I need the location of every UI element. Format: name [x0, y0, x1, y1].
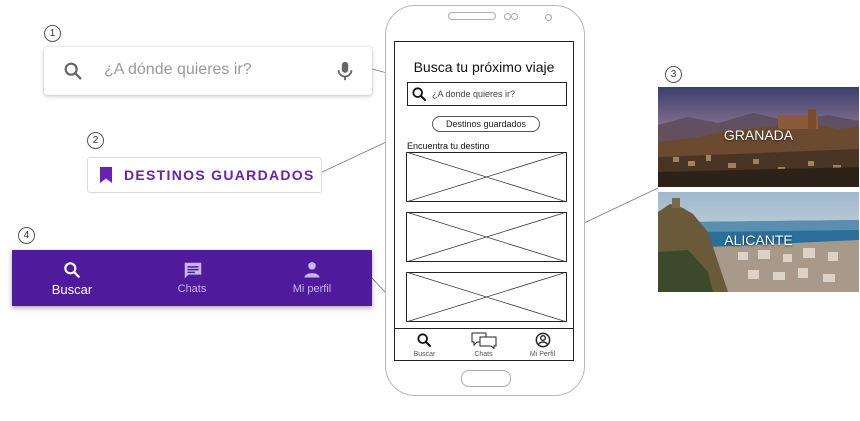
nav-item-label: Chats: [177, 283, 207, 295]
image-placeholder: [406, 152, 567, 202]
nav-item-label: Buscar: [51, 282, 93, 297]
callout-number-4: 4: [18, 227, 35, 244]
mic-icon[interactable]: [334, 59, 356, 88]
screen-nav-label: Chats: [474, 351, 493, 358]
nav-item-chats[interactable]: Chats: [132, 250, 252, 306]
callout-number-3: 3: [665, 66, 682, 83]
screen-search-placeholder: ¿A donde quieres ir?: [432, 89, 516, 99]
screen-saved-button[interactable]: Destinos guardados: [432, 116, 540, 132]
phone-camera: [511, 13, 518, 20]
image-placeholder: [406, 212, 567, 262]
saved-destinations-button[interactable]: DESTINOS GUARDADOS: [87, 157, 322, 193]
phone-camera: [504, 13, 511, 20]
search-icon: [62, 60, 84, 87]
screen-section-label: Encuentra tu destino: [407, 141, 490, 151]
nav-item-mi-perfil[interactable]: Mi perfil: [252, 250, 372, 306]
person-icon: [302, 260, 322, 285]
screen-bottom-nav: Buscar Chats Mi Perfil: [395, 328, 573, 361]
nav-item-buscar[interactable]: Buscar: [12, 250, 132, 306]
person-icon: [535, 332, 551, 353]
search-icon: [416, 332, 432, 353]
bookmark-icon: [98, 166, 114, 189]
screen-nav-mi-perfil[interactable]: Mi Perfil: [513, 329, 572, 361]
nav-item-label: Mi perfil: [292, 283, 332, 295]
screen-title: Busca tu próximo viaje: [413, 59, 555, 75]
search-icon: [411, 86, 427, 107]
screen-search-input[interactable]: ¿A donde quieres ir?: [407, 82, 567, 106]
destination-name: ALICANTE: [724, 232, 793, 248]
phone-screen: Busca tu próximo viaje ¿A donde quieres …: [394, 41, 574, 361]
callout-number-1: 1: [44, 25, 61, 42]
search-placeholder: ¿A dónde quieres ir?: [104, 61, 252, 78]
image-placeholder: [406, 272, 567, 322]
screen-nav-chats[interactable]: Chats: [454, 329, 513, 361]
bottom-navigation: Buscar Chats Mi perfil: [12, 250, 372, 306]
phone-wireframe: Busca tu próximo viaje ¿A donde quieres …: [385, 5, 585, 396]
destination-card-alicante[interactable]: ALICANTE: [658, 192, 859, 292]
destination-name: GRANADA: [723, 127, 794, 143]
destination-card-granada[interactable]: GRANADA: [658, 87, 859, 187]
callout-number-2: 2: [87, 132, 104, 149]
screen-nav-buscar[interactable]: Buscar: [395, 329, 454, 361]
screen-nav-label: Mi Perfil: [529, 351, 556, 358]
screen-nav-label: Buscar: [413, 351, 436, 358]
phone-front-camera: [545, 14, 552, 21]
saved-destinations-label: DESTINOS GUARDADOS: [124, 167, 315, 183]
phone-speaker: [448, 12, 496, 20]
phone-home-button: [461, 370, 511, 387]
search-bar[interactable]: ¿A dónde quieres ir?: [44, 47, 372, 95]
